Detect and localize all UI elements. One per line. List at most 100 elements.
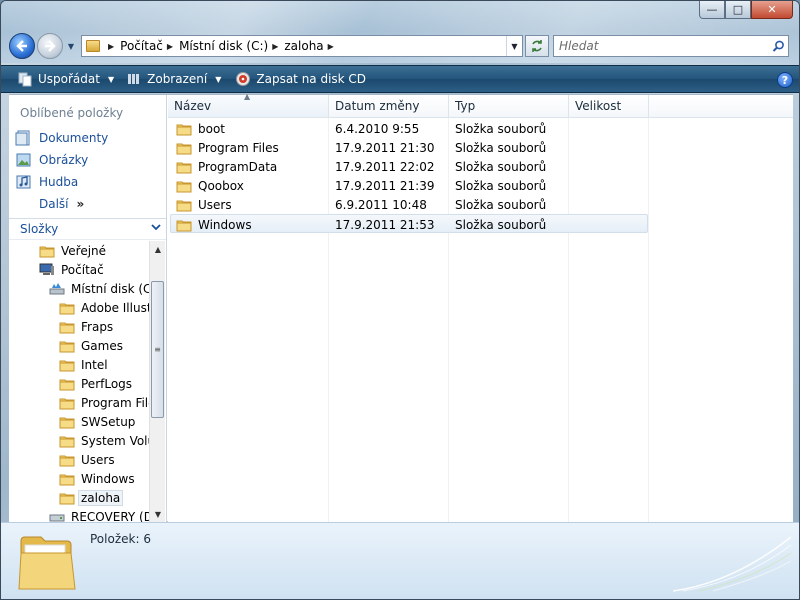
column-header-date[interactable]: Datum změny xyxy=(329,95,449,118)
tree-item-folder[interactable]: Intel xyxy=(59,355,108,374)
breadcrumb-separator-icon[interactable]: ▶ xyxy=(272,42,278,51)
tree-item-public[interactable]: Veřejné xyxy=(39,241,106,260)
breadcrumb-item-zaloha[interactable]: zaloha ▶ xyxy=(284,39,339,53)
folder-icon xyxy=(59,377,75,391)
burn-label: Zapsat na disk CD xyxy=(256,72,367,86)
column-header-name[interactable]: ▲ Název xyxy=(168,92,329,118)
tree-item-folder[interactable]: SWSetup xyxy=(59,412,135,431)
command-bar: Uspořádat ▼ Zobrazení ▼ Zapsat na disk C… xyxy=(1,65,799,93)
computer-icon xyxy=(39,263,55,277)
scroll-down-icon[interactable]: ▼ xyxy=(150,506,166,522)
favorites-title: Oblíbené položky xyxy=(20,106,124,120)
file-date: 6.4.2010 9:55 xyxy=(335,121,420,136)
burn-button[interactable]: Zapsat na disk CD xyxy=(235,66,366,92)
tree-item-folder[interactable]: Program File xyxy=(59,393,149,412)
file-date: 17.9.2011 22:02 xyxy=(335,159,435,174)
favorite-item-documents[interactable]: Dokumenty xyxy=(15,129,108,147)
refresh-button[interactable] xyxy=(525,35,549,57)
tree-item-recovery-d[interactable]: RECOVERY (D:) xyxy=(49,507,149,522)
refresh-icon xyxy=(532,40,542,52)
folder-icon xyxy=(176,198,192,212)
forward-button[interactable] xyxy=(37,33,63,59)
breadcrumb-separator-icon[interactable]: ▶ xyxy=(167,42,173,51)
file-row[interactable]: Program Files 17.9.2011 21:30 Složka sou… xyxy=(170,138,648,157)
column-header-type[interactable]: Typ xyxy=(449,95,569,118)
breadcrumb-separator-icon[interactable]: ▶ xyxy=(328,42,334,51)
explorer-window: — □ ✕ ▼ ▶ Počítač ▶ Místní disk (C:) ▶ zal… xyxy=(0,0,800,600)
close-button[interactable]: ✕ xyxy=(751,1,793,19)
file-row[interactable]: ProgramData 17.9.2011 22:02 Složka soubo… xyxy=(170,157,648,176)
column-label: Typ xyxy=(455,99,476,113)
folders-header[interactable]: Složky xyxy=(9,218,166,240)
folder-icon xyxy=(176,160,192,174)
tree-label: Počítač xyxy=(61,262,104,277)
views-button[interactable]: Zobrazení ▼ xyxy=(126,66,221,92)
sort-ascending-icon: ▲ xyxy=(244,92,251,101)
tree-item-folder[interactable]: Users xyxy=(59,450,115,469)
file-type: Složka souborů xyxy=(455,197,547,212)
tree-item-folder[interactable]: Games xyxy=(59,336,123,355)
tree-label: System Volu xyxy=(81,433,149,448)
drive-icon xyxy=(49,282,65,296)
folders-title: Složky xyxy=(20,222,59,236)
tree-item-zaloha-selected[interactable]: zaloha xyxy=(59,488,124,507)
tree-item-folder[interactable]: Windows xyxy=(59,469,135,488)
minimize-button[interactable]: — xyxy=(699,1,725,19)
file-name: Program Files xyxy=(198,140,279,155)
more-chevron-icon: » xyxy=(76,197,85,211)
chevron-down-icon: ▼ xyxy=(107,74,115,84)
help-button[interactable]: ? xyxy=(777,72,793,88)
tree-label: Místní disk (C:) xyxy=(71,281,149,296)
back-button[interactable] xyxy=(9,33,35,59)
folder-icon xyxy=(176,179,192,193)
details-pane: Položek: 6 xyxy=(1,522,799,599)
folder-icon xyxy=(59,453,75,467)
tree-item-folder[interactable]: System Volu xyxy=(59,431,149,450)
file-date: 17.9.2011 21:30 xyxy=(335,140,435,155)
tree-item-folder[interactable]: Fraps xyxy=(59,317,113,336)
file-name: Windows xyxy=(198,217,252,232)
scrollbar-thumb[interactable]: ≡ xyxy=(151,281,164,418)
search-box[interactable] xyxy=(553,35,789,57)
tree-label: Program File xyxy=(81,395,149,410)
address-history-dropdown[interactable]: ▼ xyxy=(506,36,522,56)
file-row-selected[interactable]: Windows 17.9.2011 21:53 Složka souborů xyxy=(170,214,648,233)
folder-icon xyxy=(176,141,192,155)
column-header-size[interactable]: Velikost xyxy=(569,95,649,118)
folder-icon xyxy=(39,244,55,258)
folder-icon xyxy=(59,491,75,505)
documents-icon xyxy=(15,130,33,146)
tree-label: Fraps xyxy=(81,319,114,334)
favorite-item-more[interactable]: Další » xyxy=(39,195,84,213)
folder-icon xyxy=(59,301,75,315)
file-name: boot xyxy=(198,121,226,136)
favorite-label: Dokumenty xyxy=(39,131,109,145)
folder-icon xyxy=(59,415,75,429)
recent-pages-dropdown[interactable]: ▼ xyxy=(65,42,77,51)
file-date: 17.9.2011 21:39 xyxy=(335,178,435,193)
column-label: Datum změny xyxy=(335,99,420,113)
favorite-label: Obrázky xyxy=(39,153,89,167)
tree-item-folder[interactable]: Adobe Illustr xyxy=(59,298,149,317)
address-bar[interactable]: ▶ Počítač ▶ Místní disk (C:) ▶ zaloha ▶ ▼ xyxy=(81,35,523,57)
tree-item-computer[interactable]: Počítač xyxy=(39,260,104,279)
search-icon[interactable] xyxy=(768,40,788,53)
search-input[interactable] xyxy=(559,39,768,53)
maximize-button[interactable]: □ xyxy=(725,1,751,19)
file-row[interactable]: Qoobox 17.9.2011 21:39 Složka souborů xyxy=(170,176,648,195)
file-type: Složka souborů xyxy=(455,217,547,232)
file-row[interactable]: Users 6.9.2011 10:48 Složka souborů xyxy=(170,195,648,214)
breadcrumb-item-computer[interactable]: Počítač ▶ xyxy=(120,39,179,53)
tree-scrollbar[interactable]: ▲ ≡ ▼ xyxy=(149,241,165,522)
file-row[interactable]: boot 6.4.2010 9:55 Složka souborů xyxy=(170,119,648,138)
organize-button[interactable]: Uspořádat ▼ xyxy=(17,66,114,92)
tree-item-folder[interactable]: PerfLogs xyxy=(59,374,132,393)
breadcrumb-item-local-disk[interactable]: Místní disk (C:) ▶ xyxy=(179,39,284,53)
breadcrumb-root-arrow[interactable]: ▶ xyxy=(104,42,120,51)
favorite-item-music[interactable]: Hudba xyxy=(15,173,78,191)
tree-label: Adobe Illustr xyxy=(81,300,149,315)
scroll-up-icon[interactable]: ▲ xyxy=(150,241,166,257)
favorite-item-pictures[interactable]: Obrázky xyxy=(15,151,88,169)
tree-item-local-disk-c[interactable]: Místní disk (C:) xyxy=(49,279,149,298)
folder-icon xyxy=(59,396,75,410)
